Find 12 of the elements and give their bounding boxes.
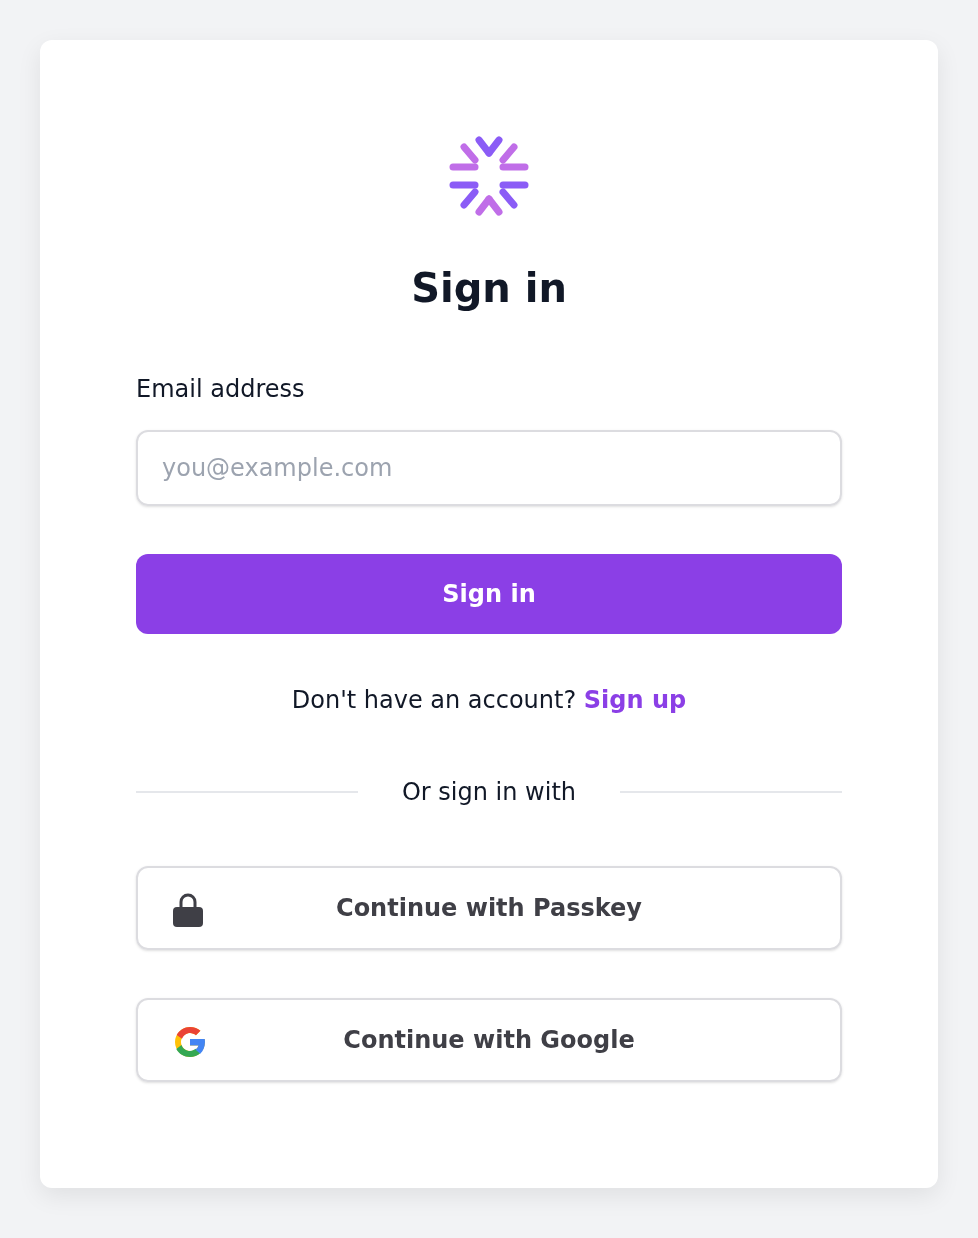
sign-up-link[interactable]: Sign up [583, 686, 687, 714]
page-title: Sign in [410, 264, 568, 312]
field-label: Email address [136, 374, 306, 404]
lock-icon [172, 892, 204, 928]
provider-button[interactable]: Continue with Google [136, 998, 842, 1082]
provider-button[interactable]: Continue with Passkey [136, 866, 842, 950]
signup-prompt: Don't have an account? Sign up [290, 685, 688, 716]
divider-text: Or sign in with [401, 777, 577, 808]
email-field[interactable]: you@example.com [136, 430, 842, 506]
google-icon [172, 1024, 208, 1060]
sign-in-button[interactable]: Sign in [136, 554, 842, 634]
logo-icon [449, 136, 529, 216]
